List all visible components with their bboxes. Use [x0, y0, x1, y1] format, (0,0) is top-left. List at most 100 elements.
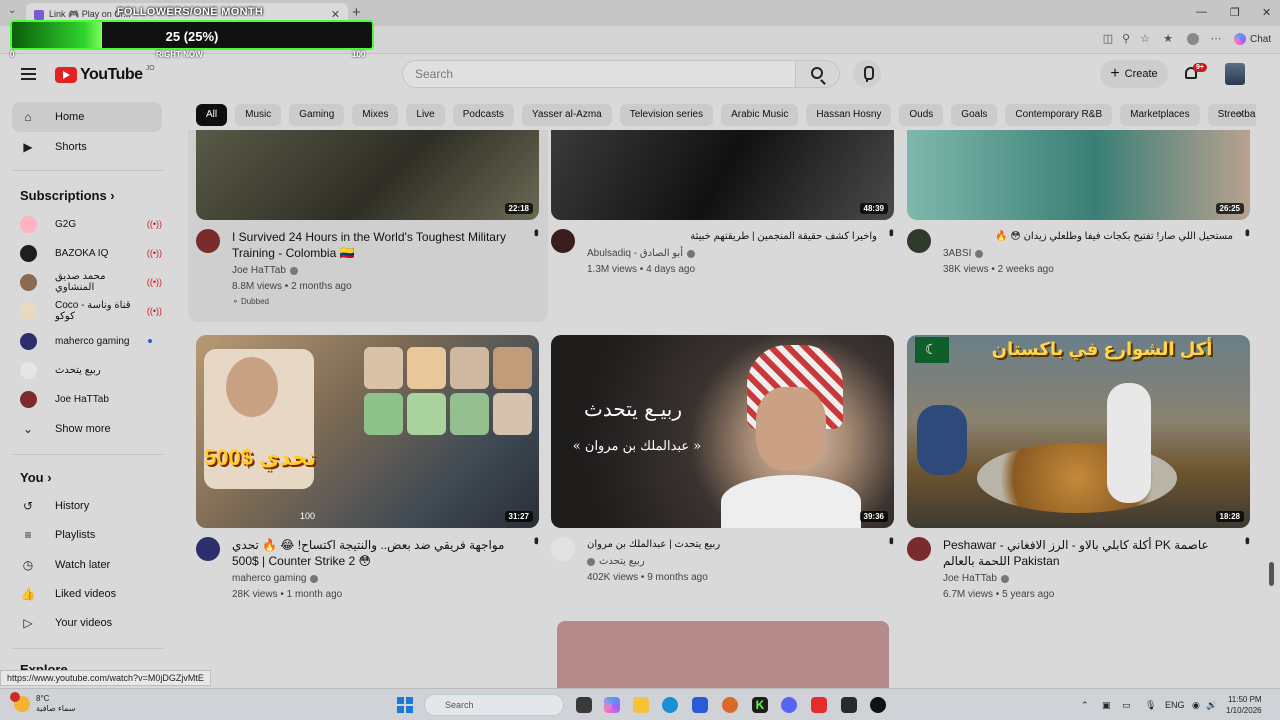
store-icon[interactable]	[692, 697, 708, 713]
channel-name[interactable]: Joe HaTTab	[232, 265, 298, 276]
minimize-icon[interactable]: —	[1196, 6, 1207, 18]
video-title[interactable]: مواجهة فريقي ضد بعض.. والنتيجة اكتساح! 😂…	[232, 537, 522, 569]
sidebar-item-subscription[interactable]: BAZOKA IQ ((•))	[12, 239, 162, 267]
app-icon[interactable]	[841, 697, 857, 713]
file-explorer-icon[interactable]	[633, 697, 649, 713]
video-title[interactable]: ربيع يتحدث | عبدالملك بن مروان	[587, 537, 757, 553]
zoom-icon[interactable]: ⚲	[1120, 33, 1132, 45]
chip[interactable]: Marketplaces	[1120, 104, 1200, 126]
menu-icon[interactable]	[21, 68, 36, 80]
sidebar-item-shorts[interactable]: ▶ Shorts	[12, 132, 162, 162]
video-title[interactable]: واخيرا كشف حقيقة المنجمين | طريقتهم خبيث…	[587, 229, 877, 245]
search-button[interactable]	[796, 60, 840, 88]
discord-icon[interactable]	[781, 697, 797, 713]
chip[interactable]: Streetball	[1207, 104, 1256, 126]
close-window-icon[interactable]: ✕	[1262, 6, 1271, 19]
profile-icon[interactable]	[1187, 33, 1199, 45]
sidebar-item-history[interactable]: ↺ History	[12, 491, 162, 521]
video-thumbnail[interactable]: 26:25	[907, 130, 1250, 220]
sidebar-item-subscription[interactable]: G2G ((•))	[12, 210, 162, 238]
more-options-icon[interactable]: •••	[529, 229, 544, 234]
taskbar-search-input[interactable]: Search	[424, 694, 564, 716]
account-avatar[interactable]	[1225, 63, 1245, 85]
channel-avatar[interactable]	[907, 537, 931, 561]
maximize-icon[interactable]: ❐	[1230, 6, 1240, 19]
video-title[interactable]: Peshawar - أكلة كابلي بالاو - الرز الافغ…	[943, 537, 1233, 569]
obs-icon[interactable]	[870, 697, 886, 713]
video-thumbnail[interactable]: 22:18	[196, 130, 539, 220]
channel-avatar[interactable]	[551, 537, 575, 561]
youtube-app-icon[interactable]	[811, 697, 827, 713]
chip[interactable]: Arabic Music	[721, 104, 799, 126]
create-button[interactable]: + Create	[1100, 60, 1168, 88]
volume-icon[interactable]: 🔊	[1206, 700, 1217, 711]
voice-search-button[interactable]	[853, 60, 881, 88]
channel-avatar[interactable]	[907, 229, 931, 253]
network-icon[interactable]: ◉	[1192, 700, 1200, 711]
video-title[interactable]: I Survived 24 Hours in the World's Tough…	[232, 229, 522, 261]
task-view-icon[interactable]	[576, 697, 592, 713]
sidebar-item-subscription[interactable]: maherco gaming	[12, 327, 162, 355]
search-input[interactable]: Search	[402, 60, 796, 88]
video-title[interactable]: مستحيل اللي صار! تفتيح بكجات فيفا وطلعلي…	[943, 229, 1233, 245]
sidebar-item-watch-later[interactable]: ◷ Watch later	[12, 550, 162, 580]
chip[interactable]: Mixes	[352, 104, 399, 126]
chip[interactable]: Hassan Hosny	[806, 104, 892, 126]
channel-avatar[interactable]	[196, 537, 220, 561]
chip[interactable]: All	[196, 104, 228, 126]
more-options-icon[interactable]: •••	[884, 537, 899, 542]
edge-icon[interactable]	[662, 697, 678, 713]
video-thumbnail[interactable]: تحدي $500 100 31:27	[196, 335, 539, 528]
video-thumbnail[interactable]: 48:39	[551, 130, 894, 220]
chip[interactable]: Contemporary R&B	[1005, 104, 1113, 126]
tray-app-icon[interactable]: ▭	[1122, 700, 1131, 711]
channel-name[interactable]: ربيع يتحدث	[587, 556, 645, 567]
channel-name[interactable]: Abulsadiq - أبو الصادق	[587, 248, 696, 259]
sidebar-item-playlists[interactable]: ≡ Playlists	[12, 520, 162, 550]
more-options-icon[interactable]: •••	[884, 229, 899, 234]
video-thumbnail[interactable]: ☾ أكل الشوارع في باكستان 18:28	[907, 335, 1250, 528]
youtube-logo[interactable]: YouTube JO	[55, 65, 155, 84]
windows-start-icon[interactable]	[397, 697, 413, 713]
favorites-icon[interactable]: ★	[1162, 33, 1174, 45]
chip[interactable]: Television series	[619, 104, 714, 126]
video-thumbnail[interactable]: ربيـع يتحدث « عبدالملك بن مروان » 39:36	[551, 335, 894, 528]
chips-next-chevron-icon[interactable]: ›	[1238, 105, 1243, 121]
sidebar-item-your-videos[interactable]: ▷ Your videos	[12, 608, 162, 638]
more-options-icon[interactable]: •••	[529, 537, 544, 542]
sidebar-item-subscription[interactable]: ربيع يتحدث	[12, 356, 162, 384]
chip[interactable]: Podcasts	[452, 104, 514, 126]
microphone-icon[interactable]: 🎙	[1145, 700, 1156, 711]
sidebar-item-home[interactable]: ⌂ Home	[12, 102, 162, 132]
chip[interactable]: Gaming	[289, 104, 345, 126]
channel-name[interactable]: maherco gaming	[232, 573, 319, 584]
app-icon[interactable]	[722, 697, 738, 713]
weather-widget[interactable]: 8°C سماء صافية	[10, 692, 76, 714]
copilot-chat-button[interactable]: Chat	[1234, 33, 1271, 45]
video-thumbnail-placeholder[interactable]	[557, 621, 889, 688]
more-options-icon[interactable]: •••	[1240, 537, 1255, 542]
chip[interactable]: Goals	[951, 104, 998, 126]
tray-chevron-icon[interactable]: ⌃	[1081, 700, 1089, 711]
kick-icon[interactable]: K	[752, 697, 768, 713]
sidebar-item-subscription[interactable]: Coco قناة وناسة - كوكو ((•))	[12, 297, 162, 325]
taskbar-clock[interactable]: 11:50 PM 1/10/2026	[1226, 694, 1262, 716]
chip[interactable]: Live	[406, 104, 445, 126]
more-menu-icon[interactable]: ⋯	[1210, 33, 1222, 45]
subscriptions-heading[interactable]: Subscriptions ›	[20, 188, 115, 203]
channel-name[interactable]: 3ABSI	[943, 248, 984, 259]
tray-app-icon[interactable]: ▣	[1102, 700, 1111, 711]
chip[interactable]: Yasser al-Azma	[521, 104, 612, 126]
sidebar-item-liked-videos[interactable]: 👍 Liked videos	[12, 579, 162, 609]
you-heading[interactable]: You ›	[20, 470, 52, 485]
page-scrollbar[interactable]	[1269, 562, 1274, 586]
sidebar-item-subscription[interactable]: محمد صديق المنشاوي ((•))	[12, 268, 162, 296]
split-screen-icon[interactable]: ◫	[1102, 33, 1114, 45]
channel-avatar[interactable]	[551, 229, 575, 253]
show-more-button[interactable]: ⌄ Show more	[12, 414, 162, 444]
favorite-star-icon[interactable]: ☆	[1139, 33, 1151, 45]
channel-name[interactable]: Joe HaTTab	[943, 573, 1009, 584]
channel-avatar[interactable]	[196, 229, 220, 253]
language-indicator[interactable]: ENG	[1165, 700, 1185, 710]
chip[interactable]: Music	[235, 104, 282, 126]
